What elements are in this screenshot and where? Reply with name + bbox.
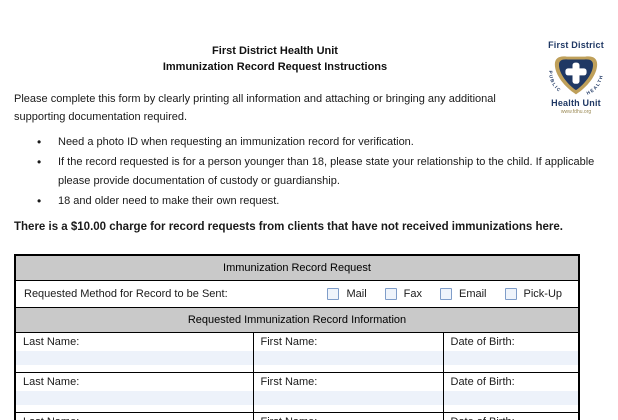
section-title-request: Immunization Record Request	[15, 255, 579, 280]
dob-label: Date of Birth:	[444, 413, 579, 420]
title-line-1: First District Health Unit	[0, 43, 550, 59]
method-label: Requested Method for Record to be Sent:	[24, 288, 228, 300]
method-row: Requested Method for Record to be Sent: …	[15, 280, 579, 307]
last-name-input-2[interactable]	[16, 391, 253, 405]
title-line-2: Immunization Record Request Instructions	[0, 59, 550, 75]
instruction-list: Need a photo ID when requesting an immun…	[35, 133, 608, 211]
checkbox-email[interactable]	[440, 288, 452, 300]
section-header-row: Requested Immunization Record Informatio…	[15, 307, 579, 332]
document-title: First District Health Unit Immunization …	[0, 0, 550, 75]
first-name-label: First Name:	[254, 333, 443, 349]
method-option-fax: Fax	[385, 288, 422, 300]
instruction-item-18-older: 18 and older need to make their own requ…	[35, 192, 608, 212]
method-option-mail: Mail	[327, 288, 366, 300]
dob-label: Date of Birth:	[444, 333, 579, 349]
record-row-3: Last Name: First Name: Date of Birth:	[15, 412, 579, 420]
section-title-information: Requested Immunization Record Informatio…	[15, 307, 579, 332]
last-name-label: Last Name:	[16, 373, 253, 389]
instruction-item-photo-id: Need a photo ID when requesting an immun…	[35, 133, 608, 153]
first-name-input-2[interactable]	[254, 391, 443, 405]
dob-input-2[interactable]	[444, 391, 579, 405]
last-name-input-1[interactable]	[16, 351, 253, 365]
first-name-input-1[interactable]	[254, 351, 443, 365]
checkbox-email-label: Email	[459, 288, 487, 300]
method-option-email: Email	[440, 288, 487, 300]
immunization-request-table: Immunization Record Request Requested Me…	[14, 254, 580, 420]
record-row-1: Last Name: First Name: Date of Birth:	[15, 332, 579, 372]
checkbox-mail-label: Mail	[346, 288, 366, 300]
charge-notice: There is a $10.00 charge for record requ…	[14, 220, 618, 234]
health-shield-icon: PUBLIC HEALTH	[545, 52, 607, 98]
instruction-item-younger-18: If the record requested is for a person …	[35, 153, 608, 192]
dob-input-1[interactable]	[444, 351, 579, 365]
checkbox-mail[interactable]	[327, 288, 339, 300]
dob-label: Date of Birth:	[444, 373, 579, 389]
method-option-pickup: Pick-Up	[505, 288, 563, 300]
checkbox-pickup-label: Pick-Up	[524, 288, 563, 300]
logo-top-text: First District	[540, 40, 612, 51]
immunization-request-form: First District Health Unit Immunization …	[0, 0, 618, 420]
last-name-label: Last Name:	[16, 413, 253, 420]
last-name-label: Last Name:	[16, 333, 253, 349]
checkbox-fax[interactable]	[385, 288, 397, 300]
logo-bottom-text: Health Unit	[540, 98, 612, 109]
checkbox-pickup[interactable]	[505, 288, 517, 300]
record-row-2: Last Name: First Name: Date of Birth:	[15, 372, 579, 412]
organization-logo: First District PUBLIC HEALTH Health Unit…	[540, 40, 612, 116]
checkbox-fax-label: Fax	[404, 288, 422, 300]
first-name-label: First Name:	[254, 373, 443, 389]
first-name-label: First Name:	[254, 413, 443, 420]
logo-website: www.fdhu.org	[540, 109, 612, 116]
intro-paragraph: Please complete this form by clearly pri…	[14, 90, 516, 126]
section-header-row: Immunization Record Request	[15, 255, 579, 280]
